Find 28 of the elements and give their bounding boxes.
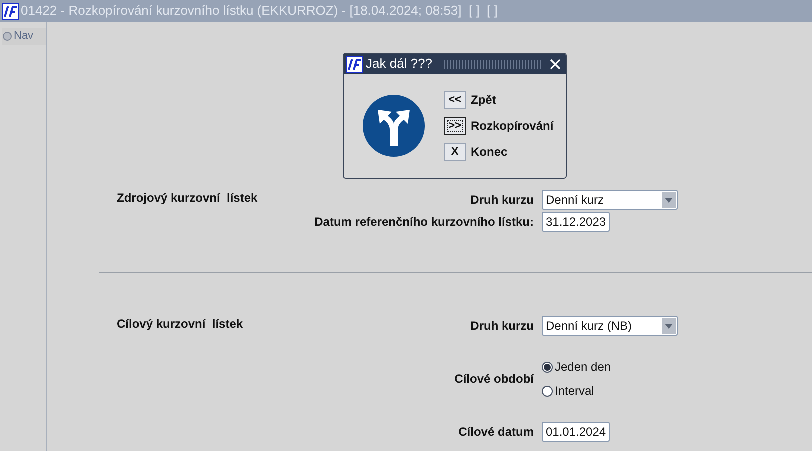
close-icon[interactable]	[550, 58, 561, 70]
date-field[interactable]: 01.01.2024	[542, 422, 610, 442]
button-label: Konec	[471, 144, 508, 161]
section-title: Cílový kurzovní lístek	[117, 316, 244, 333]
nav-item[interactable]: Nav	[2, 28, 46, 44]
field-label: Datum referenčního kurzovního lístku:	[314, 214, 534, 231]
field-label: Cílové období	[454, 371, 534, 388]
logo-icon	[2, 2, 19, 20]
dialog-button[interactable]: <<	[444, 91, 466, 109]
button-label: Zpět	[471, 92, 496, 109]
dropdown-field[interactable]: Denní kurz	[542, 190, 678, 210]
date-field[interactable]: 31.12.2023	[542, 212, 610, 232]
caret-icon	[665, 198, 673, 202]
dialog-button[interactable]: X	[444, 143, 466, 161]
logo-icon	[346, 56, 363, 72]
button-label: Rozkopírování	[471, 118, 554, 135]
dialog-button[interactable]: >>	[444, 117, 466, 135]
radio-option[interactable]: Interval	[542, 382, 612, 400]
field-label: Druh kurzu	[470, 318, 534, 335]
field-label: Druh kurzu	[470, 192, 534, 209]
radio-option[interactable]: Jeden den	[542, 358, 612, 376]
fork-sign-icon	[362, 94, 426, 158]
dialog-title: Jak dál ???	[366, 55, 432, 74]
window-title: 01422 - Rozkopírování kurzovního lístku (EKKURROZ) - [18.04.2024; 08:53] [ ] [ ]	[21, 2, 498, 20]
section-title: Zdrojový kurzovní lístek	[117, 190, 258, 207]
field-label: Cílové datum	[458, 424, 534, 441]
caret-icon	[665, 324, 673, 328]
dropdown-field[interactable]: Denní kurz (NB)	[542, 316, 678, 336]
